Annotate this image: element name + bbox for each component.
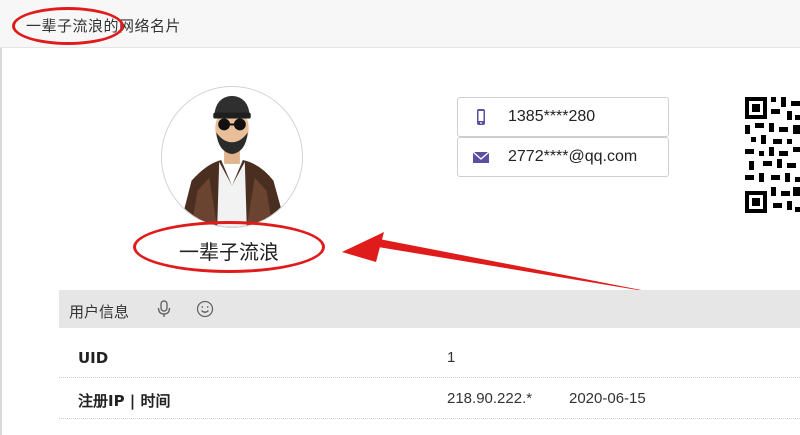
user-info-bar: 用户信息 bbox=[59, 290, 800, 328]
mail-icon bbox=[472, 151, 490, 163]
qr-code-icon bbox=[743, 95, 800, 215]
annotation-circle-title bbox=[12, 7, 124, 45]
profile-name: 一辈子流浪 bbox=[179, 240, 279, 264]
phone-icon bbox=[477, 109, 485, 125]
left-divider bbox=[0, 48, 2, 435]
table-row: 注册IP | 时间 218.90.222.* 2020-06-15 bbox=[59, 378, 800, 419]
row-value: 1 bbox=[447, 349, 456, 366]
row-key: UID bbox=[78, 349, 109, 367]
row-extra: 2020-06-15 bbox=[569, 390, 646, 407]
phone-field[interactable]: 1385****280 bbox=[457, 97, 669, 137]
email-value: 2772****@qq.com bbox=[508, 148, 638, 165]
row-value: 218.90.222.* bbox=[447, 390, 533, 407]
row-key: 注册IP | 时间 bbox=[78, 392, 171, 410]
avatar-illustration bbox=[162, 87, 302, 227]
avatar bbox=[161, 86, 303, 228]
phone-value: 1385****280 bbox=[508, 108, 596, 125]
qr-code bbox=[743, 95, 800, 215]
microphone-icon[interactable] bbox=[156, 300, 172, 318]
email-field[interactable]: 2772****@qq.com bbox=[457, 137, 669, 177]
smile-icon[interactable] bbox=[196, 300, 214, 318]
user-info-label: 用户信息 bbox=[69, 303, 130, 321]
table-row: UID 1 bbox=[59, 337, 800, 378]
